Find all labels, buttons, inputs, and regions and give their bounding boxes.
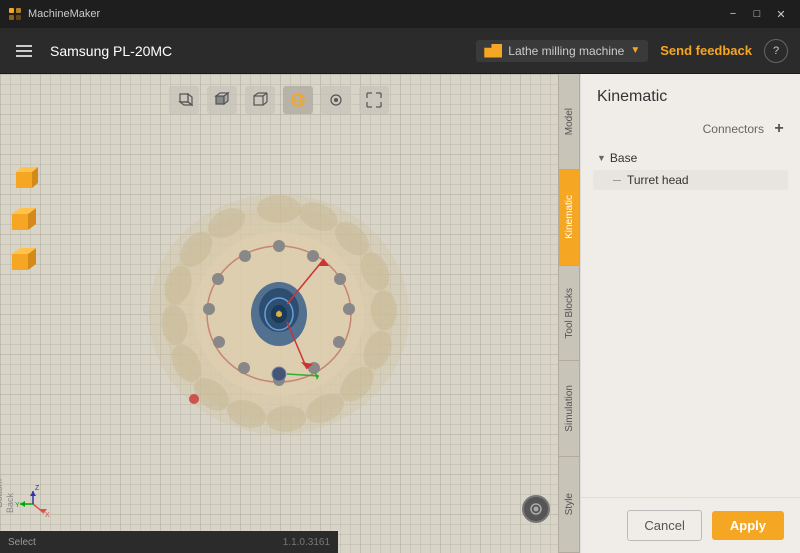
object-cube-1[interactable]: [8, 164, 40, 196]
titlebar: MachineMaker − □ ✕: [0, 0, 800, 28]
tab-style[interactable]: Style: [559, 457, 579, 553]
machine-type-selector[interactable]: Lathe milling machine ▼: [476, 40, 648, 62]
back-label: Back: [5, 493, 15, 513]
object-palette: [8, 164, 40, 276]
svg-text:Z: Z: [35, 485, 40, 492]
tab-kinematic[interactable]: Kinematic: [559, 170, 579, 266]
app-icon: [8, 7, 22, 21]
tab-simulation-label: Simulation: [564, 381, 575, 436]
point-icon: [327, 91, 345, 109]
hamburger-line-2: [16, 50, 32, 52]
machine-type-icon: [484, 44, 502, 58]
tab-simulation[interactable]: Simulation: [559, 361, 579, 457]
tree-arrow-icon: ▼: [597, 153, 606, 163]
object-cube-3[interactable]: [8, 244, 40, 276]
center-point-icon[interactable]: [321, 86, 351, 114]
connectors-row: Connectors +: [593, 114, 788, 144]
tab-style-label: Style: [564, 489, 575, 519]
axis-indicator: X Y Z Bottom Back: [14, 485, 52, 523]
toolbar-left: Samsung PL-20MC: [12, 41, 172, 61]
axis-svg: X Y Z: [14, 485, 52, 523]
object-cube-2[interactable]: [8, 204, 40, 236]
tree-base-label: Base: [610, 151, 637, 165]
viewport-icon-bar: [169, 86, 389, 114]
machine-3d-view: [109, 154, 449, 474]
viewport[interactable]: X Y Z Bottom Back Select 1.1.0.3161: [0, 74, 558, 553]
playback-button[interactable]: [522, 495, 550, 523]
panel-footer: Cancel Apply: [581, 497, 800, 553]
kinematic-tree: ▼ Base Turret head: [593, 148, 788, 190]
tab-tool-blocks[interactable]: Tool Blocks: [559, 266, 579, 362]
connectors-label: Connectors: [703, 122, 764, 136]
side-tabs: Model Kinematic Tool Blocks Simulation S…: [558, 74, 580, 553]
view-cube-icon[interactable]: [169, 86, 199, 114]
dropdown-arrow-icon: ▼: [630, 45, 640, 56]
view-cube-side-icon[interactable]: [207, 86, 237, 114]
orientation-icon[interactable]: [283, 86, 313, 114]
record-icon: [529, 502, 543, 516]
panel-title: Kinematic: [581, 74, 800, 114]
expand-icon: [365, 91, 383, 109]
send-feedback-button[interactable]: Send feedback: [660, 43, 752, 58]
app-title: MachineMaker: [28, 8, 100, 20]
tab-model-label: Model: [564, 104, 575, 139]
svg-text:Y: Y: [15, 502, 20, 509]
tree-turret-label: Turret head: [627, 173, 689, 187]
tree-line: [613, 180, 621, 181]
apply-button[interactable]: Apply: [712, 511, 784, 540]
main-toolbar: Samsung PL-20MC Lathe milling machine ▼ …: [0, 28, 800, 74]
wireframe-icon: [251, 91, 269, 109]
toolbar-right: Lathe milling machine ▼ Send feedback ?: [476, 39, 788, 63]
tree-item-base[interactable]: ▼ Base: [593, 148, 788, 168]
status-mode: Select: [8, 537, 36, 548]
cube-side-icon: [213, 91, 231, 109]
minimize-button[interactable]: −: [722, 4, 744, 24]
hamburger-line-1: [16, 45, 32, 47]
cancel-button[interactable]: Cancel: [627, 510, 701, 541]
add-connector-button[interactable]: +: [770, 120, 788, 138]
tab-kinematic-label: Kinematic: [564, 191, 575, 243]
tab-tool-blocks-label: Tool Blocks: [564, 284, 575, 343]
window-controls[interactable]: − □ ✕: [722, 4, 792, 24]
cube-front-icon: [175, 91, 193, 109]
content-area: X Y Z Bottom Back Select 1.1.0.3161 Mode…: [0, 74, 800, 553]
tree-item-turret-head[interactable]: Turret head: [593, 170, 788, 190]
hamburger-button[interactable]: [12, 41, 36, 61]
right-panel: Kinematic Connectors + ▼ Base Turret hea…: [580, 74, 800, 553]
close-button[interactable]: ✕: [770, 4, 792, 24]
status-bar: Select 1.1.0.3161: [0, 531, 338, 553]
hamburger-line-3: [16, 55, 32, 57]
maximize-button[interactable]: □: [746, 4, 768, 24]
help-button[interactable]: ?: [764, 39, 788, 63]
titlebar-left: MachineMaker: [8, 7, 100, 21]
tab-model[interactable]: Model: [559, 74, 579, 170]
version-number: 1.1.0.3161: [283, 537, 330, 548]
globe-icon: [289, 91, 307, 109]
machine-name: Samsung PL-20MC: [50, 43, 172, 59]
panel-content: Connectors + ▼ Base Turret head: [581, 114, 800, 497]
bottom-label: Bottom: [0, 479, 4, 508]
view-wireframe-icon[interactable]: [245, 86, 275, 114]
machine-type-label: Lathe milling machine: [508, 44, 624, 58]
resize-icon[interactable]: [359, 86, 389, 114]
svg-text:X: X: [45, 512, 50, 519]
